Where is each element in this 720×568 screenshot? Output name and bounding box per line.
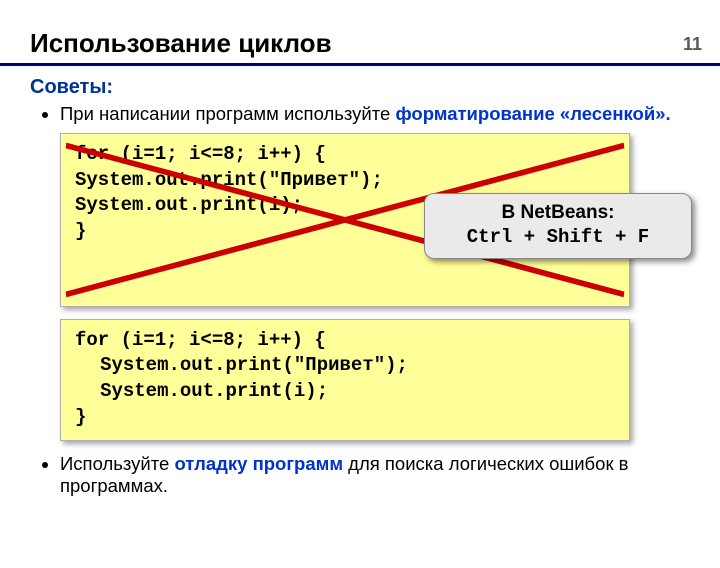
bad-l3: System.out.print(i); (75, 194, 303, 216)
good-l2: System.out.print("Привет"); (100, 354, 408, 376)
tip1-highlight: форматирование «лесенкой». (395, 103, 670, 124)
tip1-prefix: При написании программ используйте (60, 103, 395, 124)
bad-l1: for (i=1; i<=8; i++) { (75, 143, 326, 165)
tips-list: При написании программ используйте форма… (60, 103, 690, 125)
subhead-tips: Советы: (30, 76, 690, 99)
page-number: 11 (683, 34, 702, 55)
code-good: for (i=1; i<=8; i++) { System.out.print(… (60, 319, 630, 442)
callout-shortcut: Ctrl + Shift + F (435, 226, 681, 248)
bad-l4: } (75, 220, 86, 242)
shortcut-callout: В NetBeans: Ctrl + Shift + F (424, 193, 692, 259)
callout-title: В NetBeans: (435, 202, 681, 224)
tips-list-2: Используйте отладку программ для поиска … (60, 453, 690, 497)
tip2-highlight: отладку программ (174, 453, 343, 474)
tip-item-debug: Используйте отладку программ для поиска … (60, 453, 690, 497)
content-area: Советы: При написании программ используй… (0, 66, 720, 497)
good-l1: for (i=1; i<=8; i++) { (75, 329, 326, 351)
bad-l2: System.out.print("Привет"); (75, 169, 383, 191)
tip-item-formatting: При написании программ используйте форма… (60, 103, 690, 125)
tip2-prefix: Используйте (60, 453, 174, 474)
good-l4: } (75, 406, 86, 428)
page-title: Использование циклов (30, 28, 720, 59)
good-l3: System.out.print(i); (100, 380, 328, 402)
